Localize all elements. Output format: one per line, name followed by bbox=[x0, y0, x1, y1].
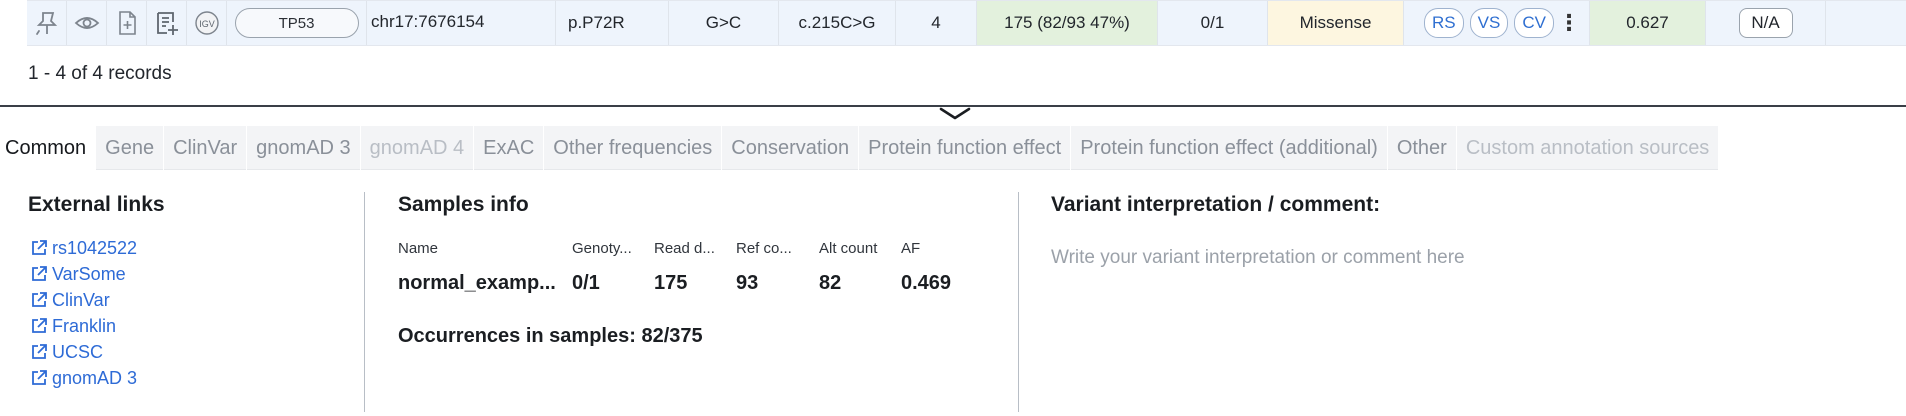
tab-other-frequencies[interactable]: Other frequencies bbox=[544, 126, 723, 170]
external-link-icon bbox=[32, 318, 47, 333]
cv-button[interactable]: CV bbox=[1514, 8, 1554, 38]
add-document-cell[interactable] bbox=[107, 1, 147, 45]
external-link-icon bbox=[32, 344, 47, 359]
sample-read-depth: 175 bbox=[654, 272, 688, 294]
pin-cell[interactable] bbox=[27, 1, 67, 45]
pin-icon[interactable] bbox=[33, 9, 61, 37]
sample-name: normal_examp... bbox=[398, 272, 556, 294]
sample-genotype: 0/1 bbox=[572, 272, 600, 294]
protein-change-cell: p.P72R bbox=[556, 1, 669, 45]
igv-icon[interactable]: IGV bbox=[193, 9, 221, 37]
sample-alt-count: 82 bbox=[819, 272, 842, 294]
column-header-read-depth[interactable]: Read d... bbox=[654, 240, 736, 257]
link-gnomad-3[interactable]: gnomAD 3 bbox=[30, 365, 137, 391]
samples-table-header: Name Genoty... Read d... Ref co... Alt c… bbox=[398, 240, 971, 257]
gene-pill[interactable]: TP53 bbox=[234, 8, 359, 38]
tab-exac[interactable]: ExAC bbox=[474, 126, 545, 170]
external-link-buttons-cell: RS VS CV ⋮ bbox=[1404, 1, 1590, 45]
tab-protein-function-effect[interactable]: Protein function effect bbox=[859, 126, 1072, 170]
column-divider bbox=[1018, 192, 1019, 412]
tab-custom-annotation-sources: Custom annotation sources bbox=[1457, 126, 1720, 170]
variant-table-row[interactable]: IGV TP53 chr17:7676154 p.P72R G>C c.215C… bbox=[27, 0, 1906, 46]
column-header-genotype[interactable]: Genoty... bbox=[572, 240, 654, 257]
tab-gnomad-3[interactable]: gnomAD 3 bbox=[247, 126, 361, 170]
tab-clinvar[interactable]: ClinVar bbox=[164, 126, 248, 170]
occurrences-in-samples: Occurrences in samples: 82/375 bbox=[398, 325, 703, 347]
link-ucsc[interactable]: UCSC bbox=[30, 339, 137, 365]
column-header-alt-count[interactable]: Alt count bbox=[819, 240, 901, 257]
position-cell: chr17:7676154 bbox=[367, 1, 556, 45]
add-document-icon[interactable] bbox=[113, 9, 141, 37]
column-header-af[interactable]: AF bbox=[901, 240, 971, 257]
sample-ref-count: 93 bbox=[736, 272, 759, 294]
external-link-icon bbox=[32, 370, 47, 385]
tab-conservation[interactable]: Conservation bbox=[722, 126, 860, 170]
gene-cell[interactable]: TP53 bbox=[227, 1, 367, 45]
more-options-icon[interactable]: ⋮ bbox=[1558, 10, 1580, 36]
chevron-down-icon[interactable] bbox=[938, 104, 972, 122]
na-pill[interactable]: N/A bbox=[1738, 8, 1793, 38]
score-cell: 0.627 bbox=[1590, 1, 1706, 45]
genotype-cell: 0/1 bbox=[1158, 1, 1268, 45]
external-links-list: rs1042522 VarSome ClinVar Franklin UCSC … bbox=[30, 235, 137, 391]
ref-alt-cell: G>C bbox=[669, 1, 779, 45]
link-varsome[interactable]: VarSome bbox=[30, 261, 137, 287]
view-cell[interactable] bbox=[67, 1, 107, 45]
detail-tabs: Common Gene ClinVar gnomAD 3 gnomAD 4 Ex… bbox=[0, 126, 1720, 170]
tab-protein-function-effect-additional[interactable]: Protein function effect (additional) bbox=[1071, 126, 1388, 170]
interpretation-title: Variant interpretation / comment: bbox=[1051, 193, 1381, 216]
link-label[interactable]: gnomAD 3 bbox=[52, 368, 137, 389]
link-label[interactable]: rs1042522 bbox=[52, 238, 137, 259]
samples-info-title: Samples info bbox=[398, 193, 529, 216]
count-cell: 4 bbox=[896, 1, 977, 45]
na-cell: N/A bbox=[1706, 1, 1826, 45]
interpretation-comment-input[interactable] bbox=[1051, 247, 1471, 307]
depth-cell: 175 (82/93 47%) bbox=[977, 1, 1158, 45]
link-rs1042522[interactable]: rs1042522 bbox=[30, 235, 137, 261]
column-header-ref-count[interactable]: Ref co... bbox=[736, 240, 819, 257]
table-row: normal_examp... 0/1 175 93 82 0.469 bbox=[398, 272, 971, 295]
add-list-icon[interactable] bbox=[153, 9, 181, 37]
tab-gnomad-4: gnomAD 4 bbox=[361, 126, 475, 170]
column-divider bbox=[364, 192, 365, 412]
add-list-cell[interactable] bbox=[147, 1, 187, 45]
external-link-icon bbox=[32, 266, 47, 281]
igv-cell[interactable]: IGV bbox=[187, 1, 227, 45]
cdna-change-cell: c.215C>G bbox=[779, 1, 896, 45]
effect-cell: Missense bbox=[1268, 1, 1404, 45]
tab-gene[interactable]: Gene bbox=[96, 126, 165, 170]
link-label[interactable]: Franklin bbox=[52, 316, 116, 337]
records-count: 1 - 4 of 4 records bbox=[28, 63, 172, 84]
link-label[interactable]: UCSC bbox=[52, 342, 103, 363]
external-link-icon bbox=[32, 240, 47, 255]
rs-button[interactable]: RS bbox=[1424, 8, 1464, 38]
tab-other[interactable]: Other bbox=[1388, 126, 1457, 170]
link-label[interactable]: ClinVar bbox=[52, 290, 110, 311]
link-clinvar[interactable]: ClinVar bbox=[30, 287, 137, 313]
vs-button[interactable]: VS bbox=[1469, 8, 1509, 38]
link-label[interactable]: VarSome bbox=[52, 264, 126, 285]
igv-label: IGV bbox=[199, 19, 215, 29]
link-franklin[interactable]: Franklin bbox=[30, 313, 137, 339]
external-link-icon bbox=[32, 292, 47, 307]
eye-icon[interactable] bbox=[73, 9, 101, 37]
tab-common[interactable]: Common bbox=[0, 126, 97, 170]
sample-af: 0.469 bbox=[901, 272, 952, 294]
external-links-title: External links bbox=[28, 193, 165, 216]
column-header-name[interactable]: Name bbox=[398, 240, 572, 257]
